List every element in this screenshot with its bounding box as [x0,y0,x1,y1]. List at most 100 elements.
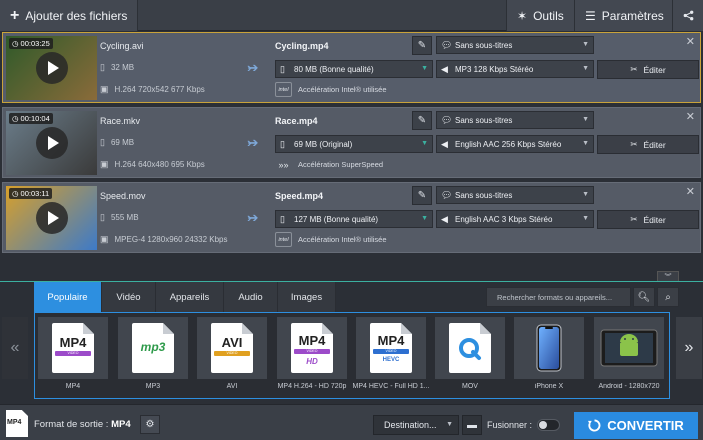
format-item[interactable]: AVI VIDEO AVI [197,317,267,395]
menu-icon: ☰ [585,8,596,23]
convert-button[interactable]: CONVERTIR [574,412,698,439]
add-files-button[interactable]: + Ajouter des fichiers [0,0,138,31]
tab-images[interactable]: Images [278,282,336,312]
clock-icon: ◷ [12,114,19,123]
destination-label: Destination... [384,420,437,430]
video-thumbnail[interactable]: ◷ 00:10:04 [6,111,97,175]
caret-down-icon: ▼ [582,191,589,198]
output-filename: Cycling.mp4 [275,41,329,51]
search-device-button[interactable]: ⌕ [657,287,679,307]
convert-arrows-icon: ››➔ [247,135,258,150]
format-item[interactable]: mp3 MP3 [118,317,188,395]
close-icon[interactable]: ✕ [686,35,695,48]
format-tabs: Populaire Vidéo Appareils Audio Images [34,282,336,312]
speaker-icon: ◀︎ [441,64,448,74]
file-row[interactable]: ◷ 00:03:11 Speed.mov ▯ 555 MB ▣ MPEG-4 1280… [2,182,701,253]
tab-populaire[interactable]: Populaire [34,282,102,312]
output-settings-button[interactable]: ⚙ [140,415,160,434]
source-filename: Race.mkv [100,116,141,126]
file-row[interactable]: ◷ 00:03:25 Cycling.avi ▯ 32 MB ▣ H.264 720x… [2,32,701,103]
search-button[interactable]: 🔍︎ [633,287,655,307]
speech-bubble-icon: 💬︎ [441,40,453,50]
mp4-icon: MP4 VIDEO [52,323,94,373]
acceleration-info: »» Accélération SuperSpeed [275,157,383,172]
formats-prev-button[interactable]: « [2,317,28,379]
subtitles-dropdown[interactable]: 💬︎ Sans sous-titres ▼ [436,111,594,129]
settings-button[interactable]: ☰ Paramètres [575,0,673,31]
video-thumbnail[interactable]: ◷ 00:03:25 [6,36,97,100]
caret-down-icon: ▼ [582,65,589,72]
video-thumbnail[interactable]: ◷ 00:03:11 [6,186,97,250]
subtitles-dropdown[interactable]: 💬︎ Sans sous-titres ▼ [436,36,594,54]
superspeed-icon: »» [278,159,289,170]
android-tablet-icon [600,329,658,367]
acceleration-info: intel Accélération Intel® utilisée [275,232,387,247]
audio-track-dropdown[interactable]: ◀︎ English AAC 256 Kbps Stéréo ▼ [436,135,594,153]
output-size-dropdown[interactable]: ▯ 80 MB (Bonne qualité) ▼ [275,60,433,78]
source-filename: Speed.mov [100,191,146,201]
subtitles-dropdown[interactable]: 💬︎ Sans sous-titres ▼ [436,186,594,204]
edit-button[interactable]: ✂ Éditer [597,210,699,229]
caret-down-icon: ▼ [582,116,589,123]
convert-label: CONVERTIR [607,418,684,433]
format-card[interactable]: MP4 VIDEO HEVC [356,317,426,379]
play-button[interactable] [36,52,68,84]
format-item[interactable]: MP4 VIDEO MP4 [38,317,108,395]
film-icon: ▣ [100,234,109,244]
output-size-dropdown[interactable]: ▯ 127 MB (Bonne qualité) ▼ [275,210,433,228]
format-label: MOV [462,383,478,390]
mp4-hevc-icon: MP4 VIDEO HEVC [370,323,412,373]
rename-button[interactable]: ✎ [412,111,432,130]
audio-track-dropdown[interactable]: ◀︎ MP3 128 Kbps Stéréo ▼ [436,60,594,78]
format-item[interactable]: Android - 1280x720 [594,317,664,395]
caret-down-icon: ▼ [582,215,589,222]
format-item[interactable]: MOV [435,317,505,395]
scissors-icon: ✂ [630,139,638,149]
duration-badge: ◷ 00:10:04 [9,113,53,124]
tools-button[interactable]: ✶ Outils [506,0,575,31]
format-card[interactable] [435,317,505,379]
edit-button[interactable]: ✂ Éditer [597,135,699,154]
output-size-dropdown[interactable]: ▯ 69 MB (Original) ▼ [275,135,433,153]
tab-appareils[interactable]: Appareils [156,282,224,312]
format-item[interactable]: MP4 VIDEO HEVC MP4 HEVC - Full HD 1... [352,317,430,395]
edit-button[interactable]: ✂ Éditer [597,60,699,79]
source-filename: Cycling.avi [100,41,144,51]
format-label: AVI [226,383,238,390]
play-button[interactable] [36,127,68,159]
file-row[interactable]: ◷ 00:10:04 Race.mkv ▯ 69 MB ▣ H.264 640x480… [2,107,701,178]
output-format: Format de sortie : MP4 [34,419,131,430]
format-card[interactable]: MP4 VIDEO HD [277,317,347,379]
scissors-icon: ✂ [630,214,638,224]
format-item[interactable]: MP4 VIDEO HD MP4 H.264 - HD 720p [277,317,347,395]
tab-audio[interactable]: Audio [224,282,278,312]
format-card[interactable] [594,317,664,379]
search-input[interactable]: Rechercher formats ou appareils... [486,287,631,307]
open-folder-button[interactable]: ▬ [462,415,482,435]
audio-track-dropdown[interactable]: ◀︎ English AAC 3 Kbps Stéréo ▼ [436,210,594,228]
format-item[interactable]: iPhone X [514,317,584,395]
intel-icon: intel [275,232,292,247]
format-card[interactable]: AVI VIDEO [197,317,267,379]
search-device-icon: ⌕ [665,291,671,303]
close-icon[interactable]: ✕ [686,185,695,198]
format-label: Android - 1280x720 [598,383,660,390]
chevrons-right-icon: » [684,339,694,356]
share-button[interactable] [673,0,703,31]
destination-dropdown[interactable]: Destination... ▼ [373,415,459,435]
rename-button[interactable]: ✎ [412,36,432,55]
file-icon: ▯ [280,64,285,74]
formats-next-button[interactable]: » [676,317,702,379]
share-icon [683,10,693,21]
close-icon[interactable]: ✕ [686,110,695,123]
format-card[interactable]: MP4 VIDEO [38,317,108,379]
tab-vido[interactable]: Vidéo [102,282,156,312]
format-card[interactable] [514,317,584,379]
file-icon: ▯ [100,137,105,147]
rename-button[interactable]: ✎ [412,186,432,205]
merge-toggle[interactable] [537,419,560,431]
pencil-icon: ✎ [417,40,427,51]
play-button[interactable] [36,202,68,234]
format-card[interactable]: mp3 [118,317,188,379]
chevrons-down-icon: ︾ [664,273,672,281]
